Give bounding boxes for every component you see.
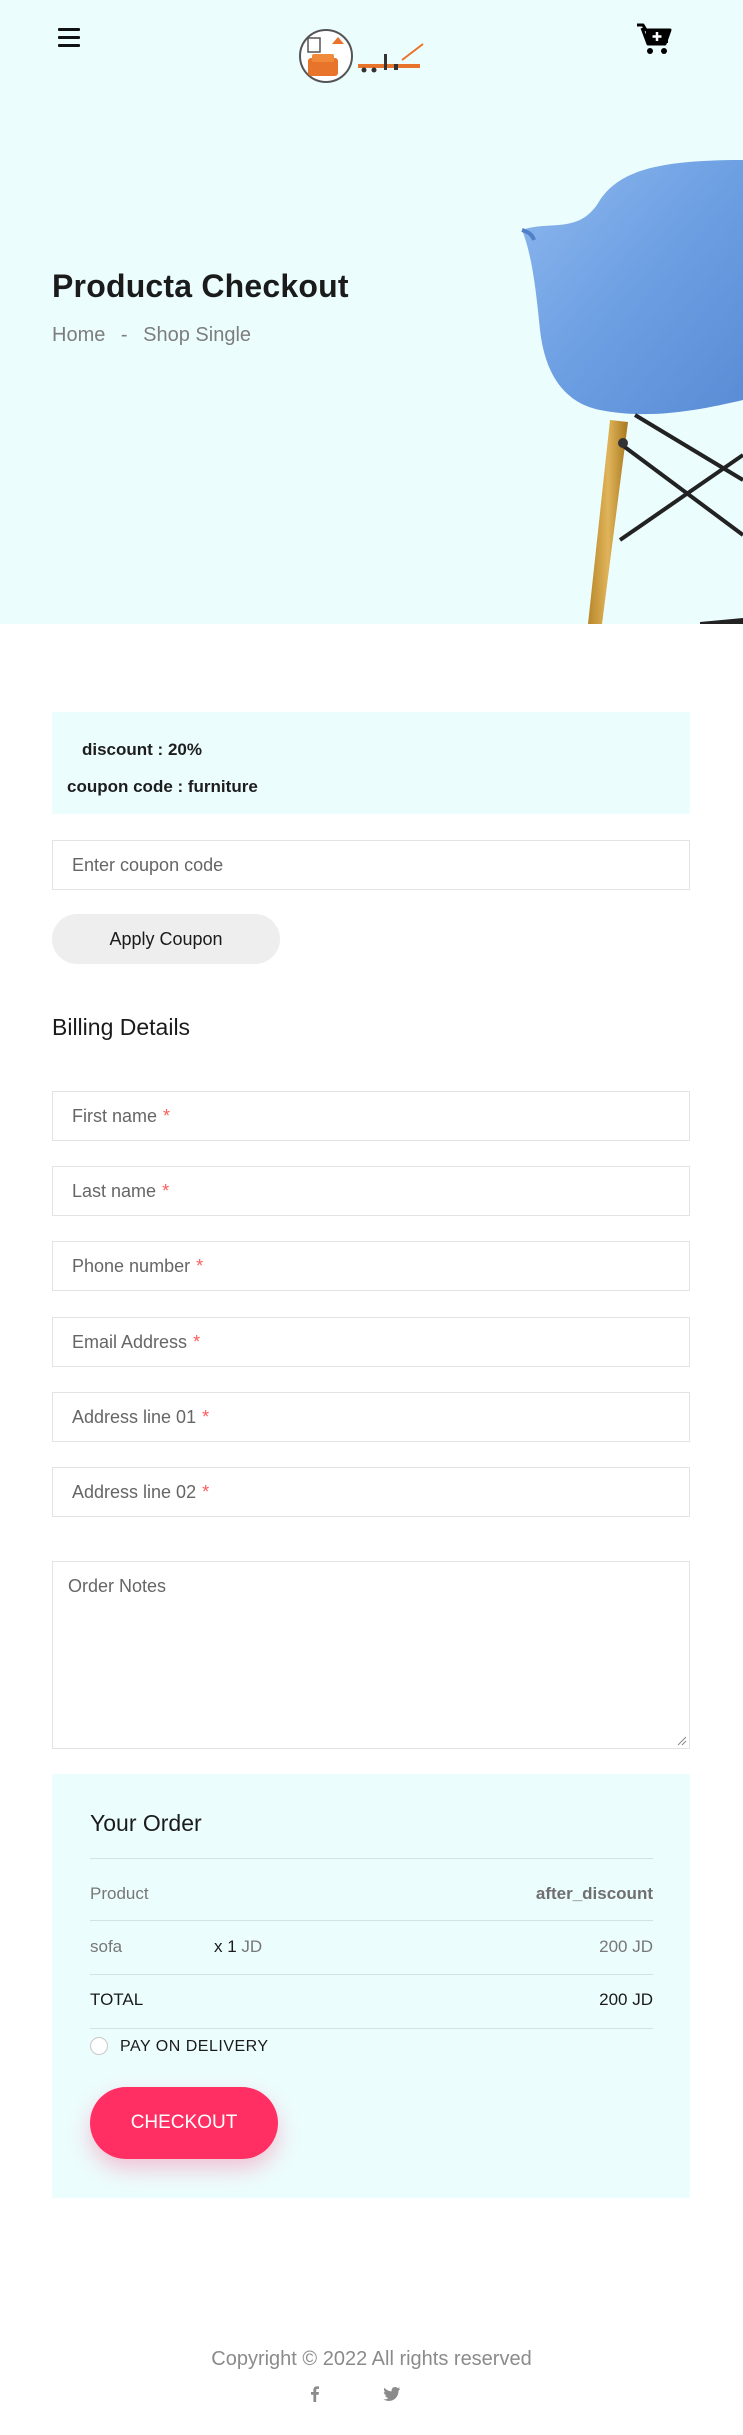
breadcrumb-separator: -: [120, 324, 128, 346]
apply-coupon-button[interactable]: Apply Coupon: [52, 914, 280, 964]
page-title: Producta Checkout: [52, 268, 349, 304]
order-item-unit: JD: [241, 1937, 263, 1956]
last-name-field[interactable]: Last name *: [52, 1166, 690, 1216]
phone-number-field[interactable]: Phone number *: [52, 1241, 690, 1291]
coupon-code-placeholder: Enter coupon code: [72, 855, 224, 875]
order-notes-textarea[interactable]: Order Notes: [52, 1561, 690, 1749]
your-order-panel: Your Order Product after_discount sofa x…: [52, 1774, 690, 2198]
billing-details-title: Billing Details: [52, 1014, 191, 1040]
resize-handle-icon[interactable]: [677, 1736, 687, 1746]
required-marker: *: [193, 1332, 201, 1352]
facebook-icon[interactable]: [303, 2382, 327, 2406]
required-marker: *: [196, 1256, 204, 1276]
required-marker: *: [202, 1407, 210, 1427]
order-item-price: 200 JD: [599, 1937, 653, 1956]
total-value: 200 JD: [599, 1990, 653, 2009]
breadcrumb-home-link[interactable]: Home: [52, 324, 105, 346]
order-header-row: Product after_discount: [90, 1884, 653, 1904]
after-discount-column-label: after_discount: [535, 1884, 653, 1903]
divider: [90, 1974, 653, 1975]
product-column-label: Product: [90, 1884, 149, 1903]
coupon-code-input[interactable]: Enter coupon code: [52, 840, 690, 890]
required-marker: *: [163, 1106, 171, 1126]
divider: [90, 2028, 653, 2029]
address-line-1-placeholder: Address line 01: [72, 1407, 197, 1427]
order-total-row: TOTAL 200 JD: [90, 1990, 653, 2010]
hero-banner: Producta Checkout Home - Shop Single: [0, 0, 743, 624]
your-order-title: Your Order: [90, 1810, 202, 1836]
first-name-placeholder: First name: [72, 1106, 158, 1126]
required-marker: *: [162, 1181, 170, 1201]
first-name-field[interactable]: First name *: [52, 1091, 690, 1141]
email-address-field[interactable]: Email Address *: [52, 1317, 690, 1367]
copyright-text: Copyright © 2022 All rights reserved: [211, 2348, 532, 2370]
divider: [90, 1920, 653, 1921]
twitter-icon[interactable]: [380, 2382, 404, 2406]
address-line-2-placeholder: Address line 02: [72, 1482, 197, 1502]
email-address-placeholder: Email Address: [72, 1332, 188, 1352]
coupon-info-panel: discount : 20% coupon code : furniture: [52, 712, 690, 814]
pay-on-delivery-radio[interactable]: [90, 2037, 108, 2055]
required-marker: *: [202, 1482, 210, 1502]
order-item-row: sofa x 1 JD 200 JD: [90, 1937, 653, 1957]
divider: [90, 1858, 653, 1859]
pay-on-delivery-option[interactable]: PAY ON DELIVERY: [90, 2037, 269, 2056]
coupon-code-text: coupon code : furniture: [67, 777, 258, 796]
chair-image: [521, 160, 743, 624]
phone-number-placeholder: Phone number: [72, 1256, 191, 1276]
checkout-button[interactable]: CHECKOUT: [90, 2087, 278, 2159]
total-label: TOTAL: [90, 1990, 144, 2009]
furniture-logo-icon[interactable]: [298, 24, 428, 88]
address-line-1-field[interactable]: Address line 01 *: [52, 1392, 690, 1442]
pay-on-delivery-label: PAY ON DELIVERY: [120, 2038, 269, 2055]
cart-plus-icon[interactable]: [636, 22, 672, 56]
discount-text: discount : 20%: [82, 740, 202, 759]
breadcrumb-current: Shop Single: [143, 324, 252, 346]
hamburger-menu-icon[interactable]: [56, 28, 82, 50]
breadcrumb: Home - Shop Single: [52, 324, 261, 347]
address-line-2-field[interactable]: Address line 02 *: [52, 1467, 690, 1517]
order-item-qty: x 1: [214, 1937, 237, 1956]
order-item-name: sofa: [90, 1937, 123, 1956]
order-notes-placeholder: Order Notes: [68, 1576, 167, 1596]
last-name-placeholder: Last name: [72, 1181, 157, 1201]
